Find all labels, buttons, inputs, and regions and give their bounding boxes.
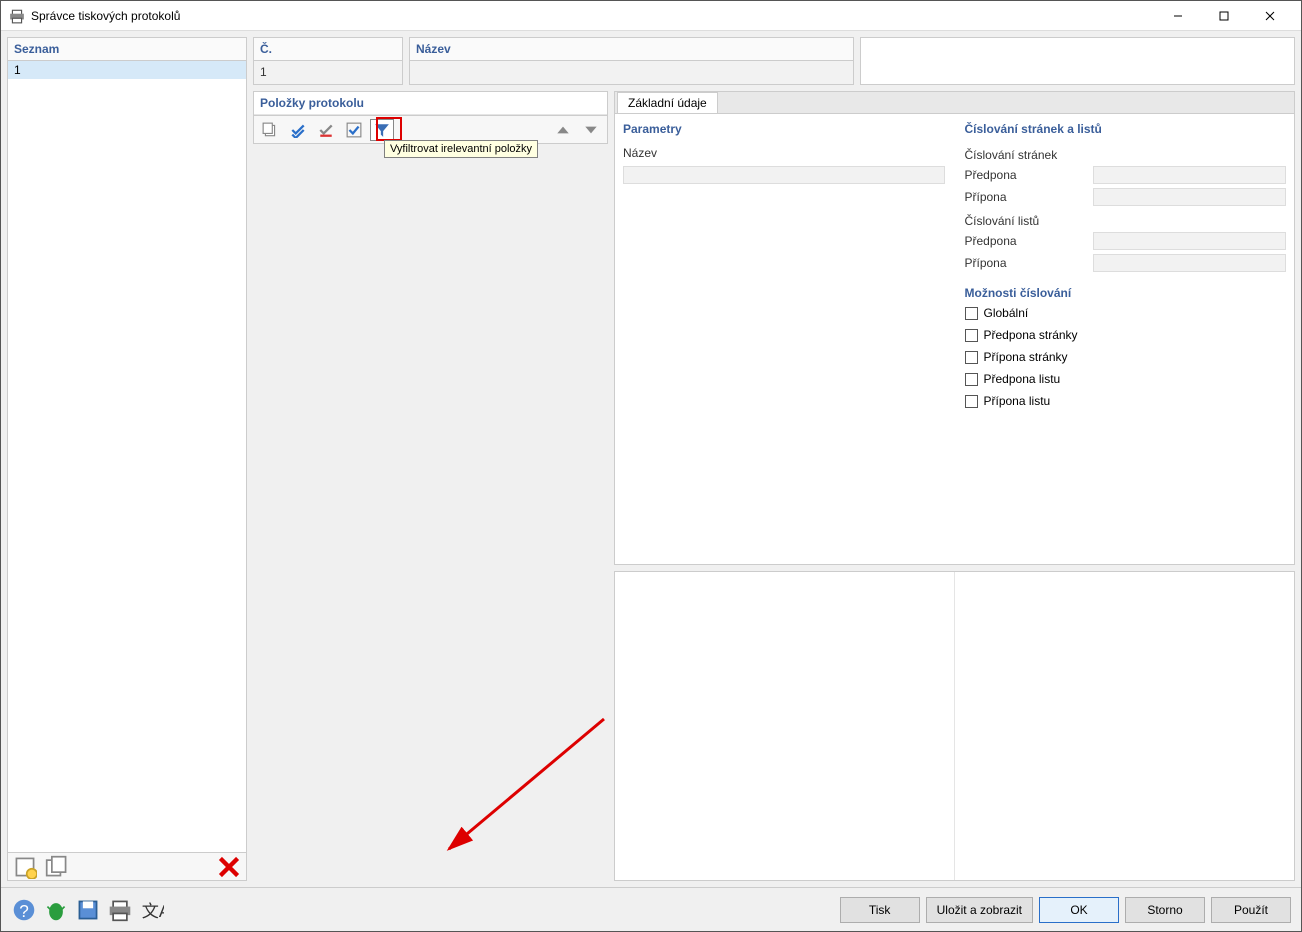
sheet-prefix-input[interactable] — [1093, 232, 1287, 250]
help-button[interactable] — [11, 897, 37, 923]
name-label: Název — [623, 146, 743, 160]
option-label: Přípona stránky — [984, 350, 1068, 364]
maximize-button[interactable] — [1201, 1, 1247, 31]
option-label: Přípona listu — [984, 394, 1051, 408]
list-body[interactable]: 1 — [7, 61, 247, 853]
parameters-title: Parametry — [623, 122, 945, 136]
options-title: Možnosti číslování — [965, 286, 1287, 300]
pages-subtitle: Číslování stránek — [965, 148, 1287, 162]
copy-button[interactable] — [258, 119, 282, 141]
number-value: 1 — [253, 61, 403, 85]
sheet-suffix-input[interactable] — [1093, 254, 1287, 272]
print-button[interactable]: Tisk — [840, 897, 920, 923]
option-label: Předpona stránky — [984, 328, 1078, 342]
name-header: Název — [409, 37, 854, 61]
filter-tooltip: Vyfiltrovat irelevantní položky — [384, 140, 538, 158]
option-checkbox[interactable] — [965, 351, 978, 364]
window-title: Správce tiskových protokolů — [31, 9, 1155, 23]
titlebar: Správce tiskových protokolů — [1, 1, 1301, 31]
duplicate-report-button[interactable] — [44, 854, 70, 880]
option-checkbox[interactable] — [965, 373, 978, 386]
print-settings-button[interactable] — [107, 897, 133, 923]
check-selected-button[interactable] — [342, 119, 366, 141]
save-template-button[interactable] — [75, 897, 101, 923]
tree-title: Položky protokolu — [254, 92, 607, 115]
number-header: Č. — [253, 37, 403, 61]
name-value[interactable] — [409, 61, 854, 85]
page-suffix-input[interactable] — [1093, 188, 1287, 206]
new-report-button[interactable] — [12, 854, 38, 880]
page-prefix-input[interactable] — [1093, 166, 1287, 184]
debug-button[interactable] — [43, 897, 69, 923]
name-input[interactable] — [623, 166, 945, 184]
close-button[interactable] — [1247, 1, 1293, 31]
app-icon — [9, 8, 25, 24]
sheets-subtitle: Číslování listů — [965, 214, 1287, 228]
page-prefix-label: Předpona — [965, 168, 1085, 182]
sheet-suffix-label: Přípona — [965, 256, 1085, 270]
minimize-button[interactable] — [1155, 1, 1201, 31]
option-label: Předpona listu — [984, 372, 1061, 386]
cancel-button[interactable]: Storno — [1125, 897, 1205, 923]
move-up-button[interactable] — [551, 119, 575, 141]
list-header: Seznam — [7, 37, 247, 61]
delete-report-button[interactable] — [216, 854, 242, 880]
option-checkbox[interactable] — [965, 395, 978, 408]
move-down-button[interactable] — [579, 119, 603, 141]
option-checkbox[interactable] — [965, 307, 978, 320]
sheet-prefix-label: Předpona — [965, 234, 1085, 248]
apply-button[interactable]: Použít — [1211, 897, 1291, 923]
numbering-title: Číslování stránek a listů — [965, 122, 1287, 136]
preview-box — [860, 37, 1295, 85]
page-suffix-label: Přípona — [965, 190, 1085, 204]
check-all-button[interactable] — [286, 119, 310, 141]
tab-bar: Základní údaje — [614, 91, 1295, 113]
save-and-show-button[interactable]: Uložit a zobrazit — [926, 897, 1033, 923]
option-checkbox[interactable] — [965, 329, 978, 342]
ok-button[interactable]: OK — [1039, 897, 1119, 923]
uncheck-all-button[interactable] — [314, 119, 338, 141]
option-label: Globální — [984, 306, 1029, 320]
language-button[interactable] — [139, 897, 165, 923]
filter-irrelevant-button[interactable] — [370, 119, 394, 141]
list-item[interactable]: 1 — [8, 61, 246, 79]
preview-area — [614, 571, 1295, 881]
tab-basic-data[interactable]: Základní údaje — [617, 92, 718, 113]
